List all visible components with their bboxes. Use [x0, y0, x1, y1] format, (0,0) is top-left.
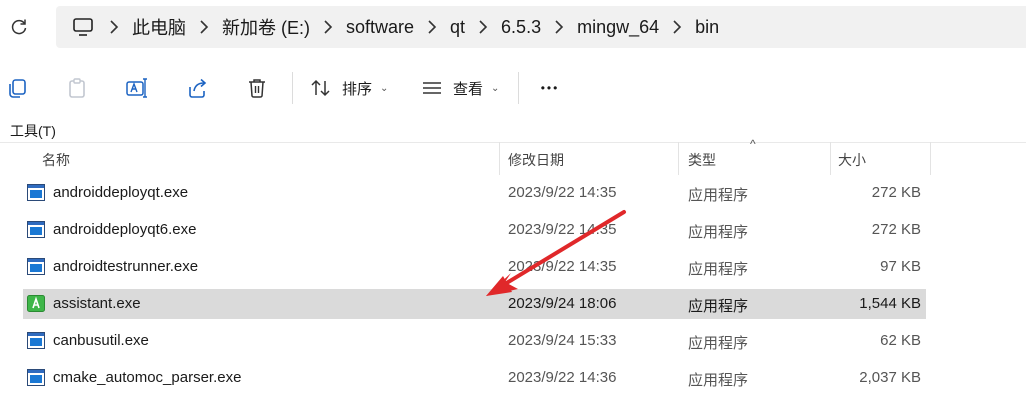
file-date: 2023/9/22 14:35: [508, 258, 617, 275]
chevron-right-icon[interactable]: [414, 20, 450, 34]
column-header-type[interactable]: 类型: [688, 150, 716, 170]
column-header-size[interactable]: 大小: [838, 150, 866, 170]
file-type: 应用程序: [688, 224, 749, 241]
column-separator[interactable]: [678, 142, 679, 175]
file-date: 2023/9/22 14:35: [508, 221, 617, 238]
column-header-row: 名称 修改日期 类型 大小: [0, 142, 1026, 175]
file-row[interactable]: androiddeployqt6.exe 2023/9/22 14:35 应用程…: [23, 215, 926, 245]
breadcrumb-item[interactable]: 此电脑: [132, 14, 186, 40]
breadcrumb-item[interactable]: qt: [450, 17, 465, 38]
address-row: 此电脑 新加卷 (E:) software qt 6.5.3 mingw_64 …: [0, 0, 1026, 54]
breadcrumb-item[interactable]: bin: [695, 17, 719, 38]
file-type: 应用程序: [688, 261, 749, 278]
clipboard-icon: [69, 78, 85, 98]
sort-indicator-icon: ^: [750, 137, 756, 151]
file-row[interactable]: androiddeployqt.exe 2023/9/22 14:35 应用程序…: [23, 178, 926, 208]
column-header-name[interactable]: 名称: [42, 150, 70, 170]
file-size: 2,037 KB: [859, 369, 921, 386]
tools-menu-label[interactable]: 工具(T): [10, 121, 56, 141]
file-date: 2023/9/24 18:06: [508, 295, 617, 312]
view-label: 查看: [453, 80, 484, 98]
file-type: 应用程序: [688, 335, 749, 352]
exe-window-icon: [27, 221, 45, 238]
rename-button[interactable]: [125, 76, 149, 100]
chevron-right-icon[interactable]: [659, 20, 695, 34]
file-date: 2023/9/22 14:36: [508, 369, 617, 386]
more-icon: •••: [540, 81, 560, 95]
address-bar[interactable]: 此电脑 新加卷 (E:) software qt 6.5.3 mingw_64 …: [56, 6, 1026, 48]
file-name: androidtestrunner.exe: [53, 258, 199, 275]
paste-button[interactable]: [65, 76, 89, 100]
file-size: 1,544 KB: [859, 295, 921, 312]
this-pc-icon[interactable]: [72, 15, 96, 39]
file-name: androiddeployqt6.exe: [53, 221, 197, 238]
refresh-button[interactable]: [6, 14, 32, 40]
file-name: canbusutil.exe: [53, 332, 149, 349]
share-icon: [189, 78, 207, 98]
file-row[interactable]: cmake_automoc_parser.exe 2023/9/22 14:36…: [23, 363, 926, 393]
column-separator[interactable]: [930, 142, 931, 175]
column-separator[interactable]: [830, 142, 831, 175]
breadcrumb-item[interactable]: 新加卷 (E:): [222, 14, 310, 40]
file-type: 应用程序: [688, 187, 749, 204]
file-row[interactable]: androidtestrunner.exe 2023/9/22 14:35 应用…: [23, 252, 926, 282]
exe-window-icon: [27, 369, 45, 386]
copy-button[interactable]: [5, 76, 29, 100]
exe-window-icon: [27, 332, 45, 349]
header-divider: [0, 142, 1026, 143]
column-header-date[interactable]: 修改日期: [508, 150, 564, 170]
file-date: 2023/9/22 14:35: [508, 184, 617, 201]
view-list-icon: [423, 82, 441, 94]
trash-icon: [249, 79, 265, 98]
more-options-button[interactable]: •••: [536, 76, 564, 100]
file-explorer-window: 此电脑 新加卷 (E:) software qt 6.5.3 mingw_64 …: [0, 0, 1026, 403]
chevron-right-icon[interactable]: [186, 20, 222, 34]
rename-icon: [126, 78, 147, 98]
file-row-selected[interactable]: assistant.exe 2023/9/24 18:06 应用程序 1,544…: [23, 289, 926, 319]
share-button[interactable]: [185, 76, 209, 100]
file-size: 272 KB: [871, 221, 921, 238]
chevron-right-icon[interactable]: [310, 20, 346, 34]
chevron-down-icon: ⌄: [491, 82, 500, 94]
delete-button[interactable]: [245, 76, 269, 100]
refresh-icon: [11, 19, 27, 35]
command-bar: 排序 ⌄ 查看 ⌄ •••: [0, 58, 1026, 118]
view-menu-button[interactable]: 查看 ⌄: [421, 74, 499, 102]
file-row[interactable]: canbusutil.exe 2023/9/24 15:33 应用程序 62 K…: [23, 326, 926, 356]
file-size: 62 KB: [880, 332, 921, 349]
file-size: 272 KB: [871, 184, 921, 201]
chevron-right-icon[interactable]: [541, 20, 577, 34]
toolbar-divider: [292, 72, 293, 104]
file-type: 应用程序: [688, 298, 749, 315]
sort-menu-button[interactable]: 排序 ⌄: [310, 74, 388, 102]
assistant-green-icon: [27, 295, 45, 312]
exe-window-icon: [27, 184, 45, 201]
file-name: androiddeployqt.exe: [53, 184, 189, 201]
file-name: cmake_automoc_parser.exe: [53, 369, 242, 386]
chevron-down-icon: ⌄: [380, 82, 389, 94]
breadcrumb-item[interactable]: mingw_64: [577, 17, 659, 38]
column-separator[interactable]: [499, 142, 500, 175]
chevron-right-icon[interactable]: [465, 20, 501, 34]
file-size: 97 KB: [880, 258, 921, 275]
file-date: 2023/9/24 15:33: [508, 332, 617, 349]
sort-label: 排序: [342, 80, 373, 98]
chevron-right-icon[interactable]: [96, 20, 132, 34]
breadcrumb-item[interactable]: software: [346, 17, 414, 38]
breadcrumb-item[interactable]: 6.5.3: [501, 17, 541, 38]
exe-window-icon: [27, 258, 45, 275]
file-name: assistant.exe: [53, 295, 141, 312]
toolbar-divider: [518, 72, 519, 104]
sort-icon: [311, 79, 330, 97]
copy-icon: [9, 79, 26, 98]
file-type: 应用程序: [688, 372, 749, 389]
